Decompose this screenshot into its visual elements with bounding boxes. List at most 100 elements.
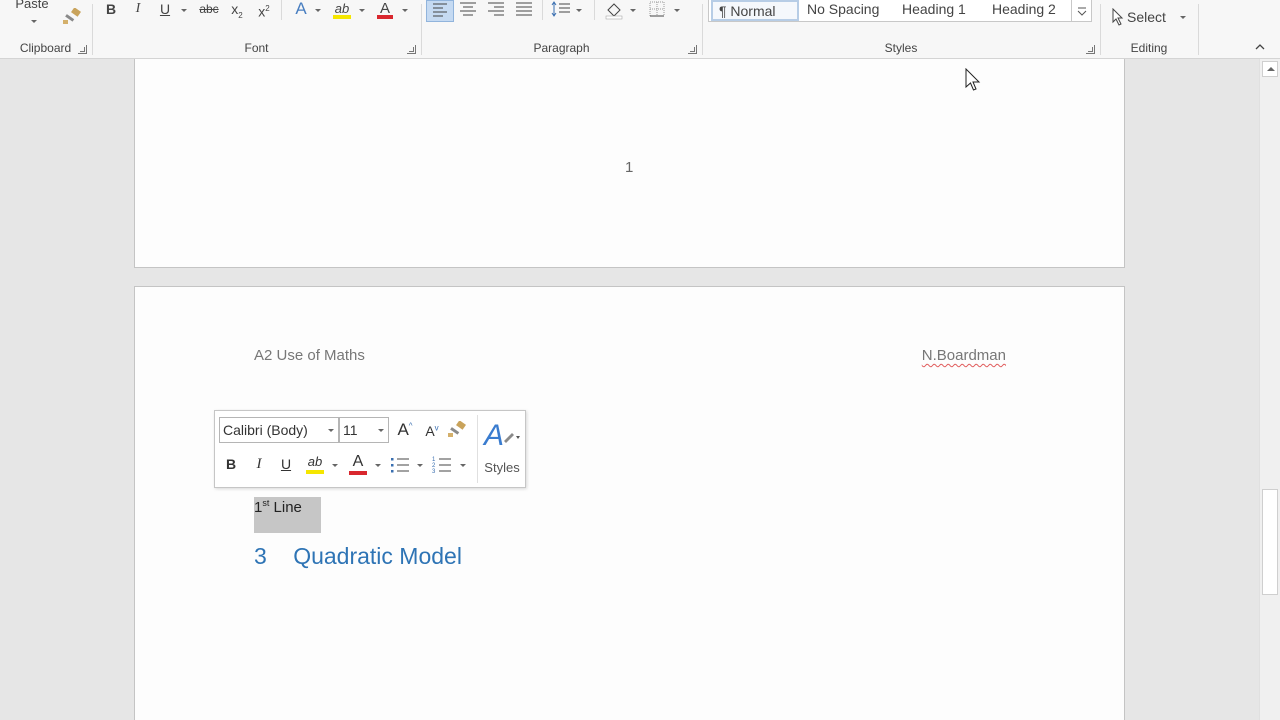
- select-button[interactable]: Select: [1111, 8, 1191, 28]
- mini-font-size: 11: [343, 422, 358, 438]
- italic-button[interactable]: I: [130, 0, 146, 20]
- mini-numbering-icon[interactable]: 123: [431, 455, 453, 475]
- svg-text:3: 3: [432, 469, 436, 475]
- shading-dropdown-caret[interactable]: [628, 0, 638, 20]
- page-number: 1: [625, 159, 634, 176]
- svg-text:A: A: [482, 419, 504, 452]
- shrink-font-icon: A: [425, 423, 435, 439]
- font-group-label: Font: [244, 41, 269, 55]
- header-left[interactable]: A2 Use of Maths: [254, 347, 365, 364]
- editing-group: Select Editing: [1101, 0, 1197, 59]
- mini-styles-label: Styles: [484, 460, 520, 475]
- line-rest: Line: [269, 499, 302, 516]
- mini-highlight-button[interactable]: ab: [303, 453, 327, 475]
- highlight-button[interactable]: ab: [331, 0, 353, 20]
- line-spacing-icon[interactable]: [550, 0, 574, 20]
- paste-label: Paste: [15, 0, 49, 11]
- mini-highlight-icon: ab: [307, 454, 323, 469]
- shading-icon[interactable]: [602, 0, 626, 20]
- style-gallery: ¶ Normal No Spacing Heading 1 Heading 2: [708, 0, 1092, 22]
- align-left-icon[interactable]: [426, 0, 454, 22]
- superscript-mark: 2: [265, 4, 270, 13]
- paragraph-separator: [542, 0, 543, 20]
- font-color-bar: [377, 15, 393, 19]
- select-cursor-icon: [1112, 8, 1124, 26]
- highlight-icon: ab: [334, 1, 350, 16]
- paste-button[interactable]: Paste: [10, 0, 54, 28]
- superscript-button[interactable]: x2: [254, 0, 274, 20]
- vertical-scrollbar[interactable]: [1259, 59, 1280, 720]
- scroll-up-arrow-icon[interactable]: [1262, 61, 1278, 77]
- heading-quadratic-model[interactable]: 3 Quadratic Model: [254, 543, 462, 570]
- mini-format-painter-icon[interactable]: [447, 420, 467, 439]
- text-effects-button[interactable]: A: [291, 0, 311, 20]
- justify-icon[interactable]: [512, 0, 536, 20]
- strikethrough-button[interactable]: abc: [197, 0, 221, 20]
- mini-font-name: Calibri (Body): [223, 422, 308, 438]
- grow-font-icon: A: [397, 420, 409, 439]
- ribbon-separator: [1198, 4, 1199, 55]
- align-center-icon[interactable]: [456, 0, 480, 20]
- paste-dropdown-caret[interactable]: [10, 13, 54, 28]
- style-gallery-more-icon[interactable]: [1071, 0, 1091, 21]
- bold-button[interactable]: B: [103, 0, 119, 20]
- font-color-dropdown-caret[interactable]: [400, 0, 410, 20]
- mini-font-color-dropdown-caret[interactable]: [373, 456, 383, 472]
- borders-dropdown-caret[interactable]: [672, 0, 682, 20]
- mini-font-name-select[interactable]: Calibri (Body): [219, 417, 339, 443]
- mini-italic-button[interactable]: I: [251, 456, 267, 473]
- styles-dialog-launcher-icon[interactable]: [1086, 45, 1095, 54]
- mini-toolbar: Calibri (Body) 11 A^ Av A Styles B I U a…: [214, 410, 526, 488]
- font-dialog-launcher-icon[interactable]: [407, 45, 416, 54]
- clipboard-group: Paste Clipboard: [0, 0, 91, 59]
- mini-underline-button[interactable]: U: [277, 456, 295, 472]
- subscript-button[interactable]: x2: [227, 0, 247, 20]
- mini-font-color-icon: A: [352, 453, 364, 470]
- document-area[interactable]: 1 A2 Use of Maths N.Boardman 3 Quadratic…: [0, 59, 1259, 720]
- align-right-icon[interactable]: [484, 0, 508, 20]
- header-right[interactable]: N.Boardman: [922, 347, 1006, 364]
- collapse-ribbon-icon[interactable]: [1252, 40, 1268, 54]
- style-heading-2[interactable]: Heading 2: [986, 0, 1071, 21]
- mini-highlight-dropdown-caret[interactable]: [330, 456, 340, 472]
- ribbon: Paste Clipboard B I U abc x2 x2 A ab A F…: [0, 0, 1280, 59]
- style-no-spacing[interactable]: No Spacing: [801, 0, 896, 21]
- styles-group-label: Styles: [884, 41, 918, 55]
- paragraph-dialog-launcher-icon[interactable]: [688, 45, 697, 54]
- mini-styles-button[interactable]: A Styles: [479, 415, 525, 485]
- clipboard-dialog-launcher-icon[interactable]: [78, 45, 87, 54]
- styles-icon: A: [482, 419, 520, 452]
- highlight-color-bar: [333, 15, 351, 19]
- highlight-dropdown-caret[interactable]: [357, 0, 367, 20]
- mouse-cursor-icon: [965, 68, 981, 91]
- mini-bullets-icon[interactable]: [389, 455, 411, 475]
- editing-group-label: Editing: [1130, 41, 1168, 55]
- style-normal[interactable]: ¶ Normal: [711, 0, 799, 21]
- mini-font-color-button[interactable]: A: [347, 453, 369, 475]
- style-heading-1[interactable]: Heading 1: [896, 0, 986, 21]
- mini-font-color-bar: [349, 471, 367, 475]
- format-painter-icon[interactable]: [62, 7, 82, 26]
- text-effects-dropdown-caret[interactable]: [313, 0, 323, 20]
- borders-icon[interactable]: [646, 0, 668, 20]
- mini-font-size-select[interactable]: 11: [339, 417, 389, 443]
- subscript-mark: 2: [238, 10, 243, 20]
- mini-bullets-dropdown-caret[interactable]: [415, 456, 425, 472]
- line-spacing-dropdown-caret[interactable]: [574, 0, 584, 20]
- select-label: Select: [1127, 9, 1166, 25]
- underline-dropdown-caret[interactable]: [179, 0, 189, 20]
- mini-highlight-color-bar: [306, 470, 324, 474]
- first-line-text[interactable]: 1st Line: [254, 498, 302, 516]
- font-separator: [281, 0, 282, 20]
- font-color-button[interactable]: A: [375, 0, 395, 20]
- mini-shrink-font-button[interactable]: Av: [423, 423, 441, 439]
- paragraph-separator: [594, 0, 595, 20]
- paragraph-group-label: Paragraph: [533, 41, 590, 55]
- heading-number: 3: [254, 543, 267, 569]
- underline-button[interactable]: U: [156, 0, 174, 20]
- mini-grow-font-button[interactable]: A^: [395, 420, 415, 440]
- scroll-thumb[interactable]: [1262, 489, 1278, 595]
- mini-separator: [477, 415, 478, 483]
- mini-numbering-dropdown-caret[interactable]: [458, 456, 468, 472]
- mini-bold-button[interactable]: B: [223, 456, 239, 472]
